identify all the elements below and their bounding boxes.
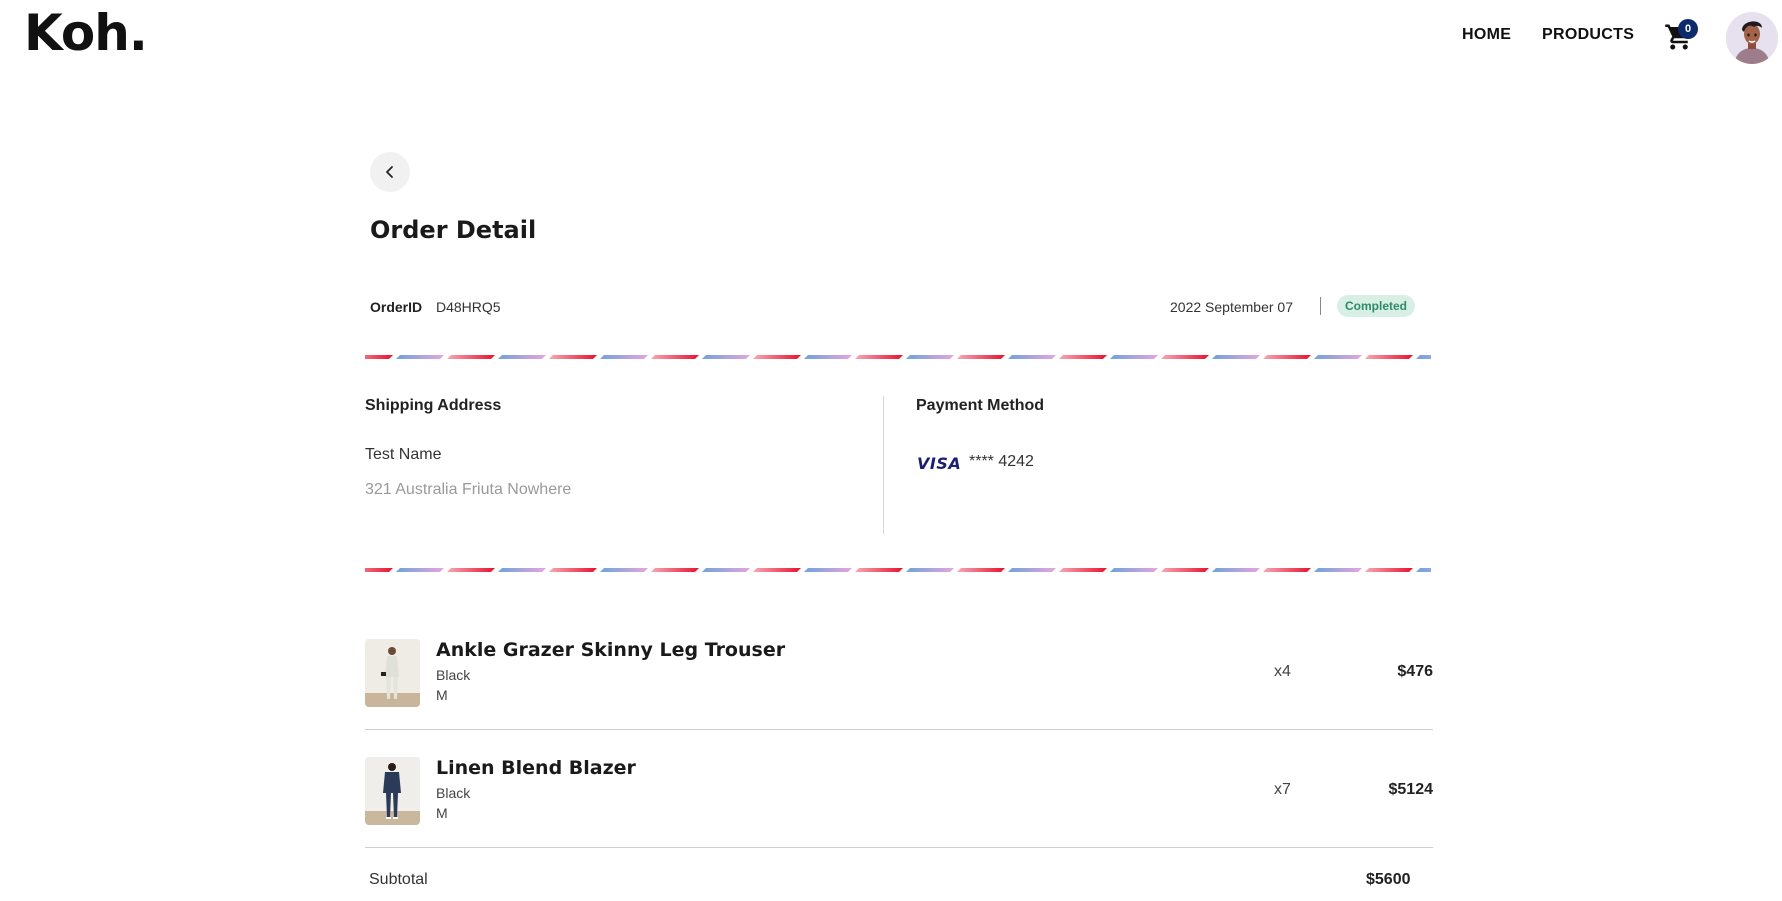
meta-divider xyxy=(1320,297,1321,315)
product-color: Black xyxy=(436,785,471,801)
product-price: $476 xyxy=(1397,663,1433,680)
product-size: M xyxy=(436,805,448,821)
shipping-address: 321 Australia Friuta Nowhere xyxy=(365,481,572,498)
payment-method-heading: Payment Method xyxy=(916,397,1045,414)
nav-home-link[interactable]: HOME xyxy=(1462,26,1511,44)
order-id-label: OrderID xyxy=(370,299,423,315)
shipping-name: Test Name xyxy=(365,446,442,463)
brand-logo[interactable]: Koh. xyxy=(24,4,148,62)
section-divider xyxy=(883,396,884,534)
cart-count-badge: 0 xyxy=(1678,19,1698,39)
product-quantity: x7 xyxy=(1274,781,1291,798)
airmail-divider xyxy=(365,568,1431,572)
visa-logo-icon: VISA xyxy=(917,454,962,473)
subtotal-label: Subtotal xyxy=(369,871,428,888)
user-avatar[interactable] xyxy=(1726,12,1778,64)
product-color: Black xyxy=(436,667,471,683)
order-id-value: D48HRQ5 xyxy=(436,299,501,315)
chevron-left-icon xyxy=(386,166,393,178)
product-price: $5124 xyxy=(1388,781,1434,798)
shipping-address-heading: Shipping Address xyxy=(365,397,502,414)
order-item-row: Linen Blend Blazer Black M x7 $5124 xyxy=(365,730,1433,848)
product-name[interactable]: Ankle Grazer Skinny Leg Trouser xyxy=(436,639,785,661)
subtotal-value: $5600 xyxy=(1366,871,1411,888)
product-thumbnail[interactable] xyxy=(365,639,420,707)
product-quantity: x4 xyxy=(1274,663,1291,680)
back-button[interactable] xyxy=(370,152,410,192)
product-size: M xyxy=(436,687,448,703)
order-item-row: Ankle Grazer Skinny Leg Trouser Black M … xyxy=(365,612,1433,730)
product-name[interactable]: Linen Blend Blazer xyxy=(436,757,636,779)
order-date: 2022 September 07 xyxy=(1170,299,1293,315)
page-title: Order Detail xyxy=(370,216,537,244)
card-number: **** 4242 xyxy=(969,453,1034,470)
status-badge: Completed xyxy=(1337,295,1416,317)
airmail-divider xyxy=(365,355,1431,359)
product-thumbnail[interactable] xyxy=(365,757,420,825)
nav-products-link[interactable]: PRODUCTS xyxy=(1542,26,1634,44)
